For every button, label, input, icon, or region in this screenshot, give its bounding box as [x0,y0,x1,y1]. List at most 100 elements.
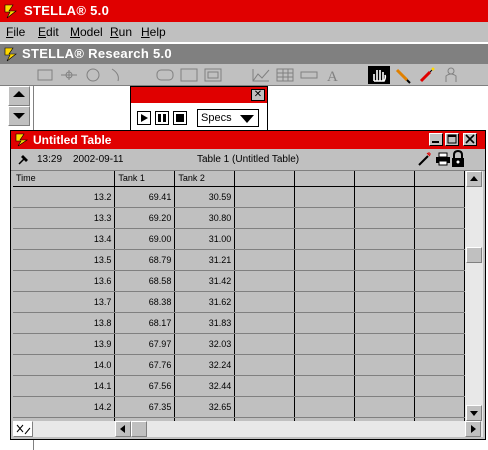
maximize-button[interactable] [445,133,459,146]
table-cell[interactable]: 13.6 [13,270,116,292]
table-cell-empty[interactable] [414,270,465,292]
run-pause-button[interactable] [155,111,169,125]
flow-tool-icon[interactable] [58,66,80,84]
horizontal-scrollbar[interactable] [13,421,483,437]
graph-pad-tool-icon[interactable] [250,66,272,84]
table-cell[interactable]: 13.4 [13,228,116,250]
menu-model[interactable]: Model [70,25,103,39]
minimize-button[interactable] [429,133,443,146]
table-cell[interactable]: 13.3 [13,207,116,229]
horizontal-scroll-thumb[interactable] [131,421,147,437]
table-cell[interactable]: 13.9 [13,333,116,355]
hand-tool-icon[interactable] [368,66,390,84]
menu-run[interactable]: Run [110,25,132,39]
table-cell-empty[interactable] [234,207,296,229]
table-cell-empty[interactable] [414,249,465,271]
table-cell-empty[interactable] [354,396,415,418]
menu-file[interactable]: File [6,25,25,39]
table-cell[interactable]: 13.5 [13,249,116,271]
table-cell-empty[interactable] [234,291,296,313]
map-layer-up-button[interactable] [8,86,30,106]
table-cell[interactable]: 31.42 [174,270,236,292]
scroll-down-button[interactable] [466,405,482,421]
table-cell-empty[interactable] [414,396,465,418]
table-cell-empty[interactable] [294,207,356,229]
pin-icon[interactable] [17,152,31,166]
table-cell-empty[interactable] [234,249,296,271]
button-tool-icon[interactable] [202,66,224,84]
table-cell-empty[interactable] [414,375,465,397]
lock-icon[interactable] [451,150,465,168]
table-cell-empty[interactable] [234,396,296,418]
table-cell[interactable]: 67.97 [114,333,176,355]
table-cell-empty[interactable] [414,228,465,250]
table-cell-empty[interactable] [414,354,465,376]
menu-edit[interactable]: Edit [38,25,59,39]
column-header-empty[interactable] [354,171,415,187]
table-cell-empty[interactable] [354,270,415,292]
decision-process-tool-icon[interactable] [154,66,176,84]
print-icon[interactable] [435,152,451,166]
table-cell[interactable]: 67.76 [114,354,176,376]
column-header-empty[interactable] [234,171,296,187]
sector-tool-icon[interactable] [178,66,200,84]
specs-dropdown[interactable]: Specs [197,109,259,127]
table-cell[interactable]: 68.79 [114,249,176,271]
table-cell-empty[interactable] [234,375,296,397]
table-cell-empty[interactable] [234,333,296,355]
table-cell[interactable]: 31.21 [174,249,236,271]
table-cell-empty[interactable] [354,354,415,376]
magic-wand-icon[interactable] [417,151,433,167]
column-header-time[interactable]: Time [13,171,116,187]
table-cell-empty[interactable] [414,291,465,313]
table-cell-empty[interactable] [294,333,356,355]
run-stop-button[interactable] [173,111,187,125]
scroll-right-button[interactable] [465,421,481,437]
table-cell[interactable]: 68.58 [114,270,176,292]
table-cell-empty[interactable] [234,312,296,334]
table-cell-empty[interactable] [354,186,415,208]
table-cell[interactable]: 31.62 [174,291,236,313]
scroll-left-button[interactable] [115,421,131,437]
table-cell-empty[interactable] [294,186,356,208]
table-cell[interactable]: 32.65 [174,396,236,418]
table-cell[interactable]: 32.44 [174,375,236,397]
table-cell[interactable]: 13.8 [13,312,116,334]
table-cell-empty[interactable] [354,249,415,271]
column-header-tank-1[interactable]: Tank 1 [114,171,176,187]
table-cell-empty[interactable] [354,228,415,250]
column-header-empty[interactable] [294,171,356,187]
table-cell-empty[interactable] [354,291,415,313]
table-cell-empty[interactable] [234,354,296,376]
column-header-empty[interactable] [414,171,465,187]
table-cell-empty[interactable] [354,312,415,334]
table-cell-empty[interactable] [294,354,356,376]
table-cell[interactable]: 30.80 [174,207,236,229]
table-cell-empty[interactable] [294,270,356,292]
table-cell[interactable]: 69.00 [114,228,176,250]
table-cell-empty[interactable] [234,228,296,250]
table-cell[interactable]: 68.38 [114,291,176,313]
table-cell[interactable]: 69.20 [114,207,176,229]
table-cell[interactable]: 32.24 [174,354,236,376]
table-cell[interactable]: 67.56 [114,375,176,397]
scroll-up-button[interactable] [466,171,482,187]
numeric-display-tool-icon[interactable] [298,66,320,84]
table-cell-empty[interactable] [234,270,296,292]
table-window-title-bar[interactable]: Untitled Table [11,131,485,149]
table-cell[interactable]: 68.17 [114,312,176,334]
table-cell-empty[interactable] [294,249,356,271]
palette-title-bar[interactable] [131,87,267,103]
table-cell-empty[interactable] [414,207,465,229]
table-cell[interactable]: 30.59 [174,186,236,208]
connector-tool-icon[interactable] [106,66,128,84]
table-cell-empty[interactable] [414,312,465,334]
vertical-scrollbar[interactable] [465,171,483,421]
vertical-scroll-thumb[interactable] [466,247,482,263]
converter-tool-icon[interactable] [82,66,104,84]
stock-tool-icon[interactable] [34,66,56,84]
table-cell[interactable]: 32.03 [174,333,236,355]
menu-help[interactable]: Help [141,25,166,39]
table-cell-empty[interactable] [234,186,296,208]
table-cell-empty[interactable] [294,375,356,397]
